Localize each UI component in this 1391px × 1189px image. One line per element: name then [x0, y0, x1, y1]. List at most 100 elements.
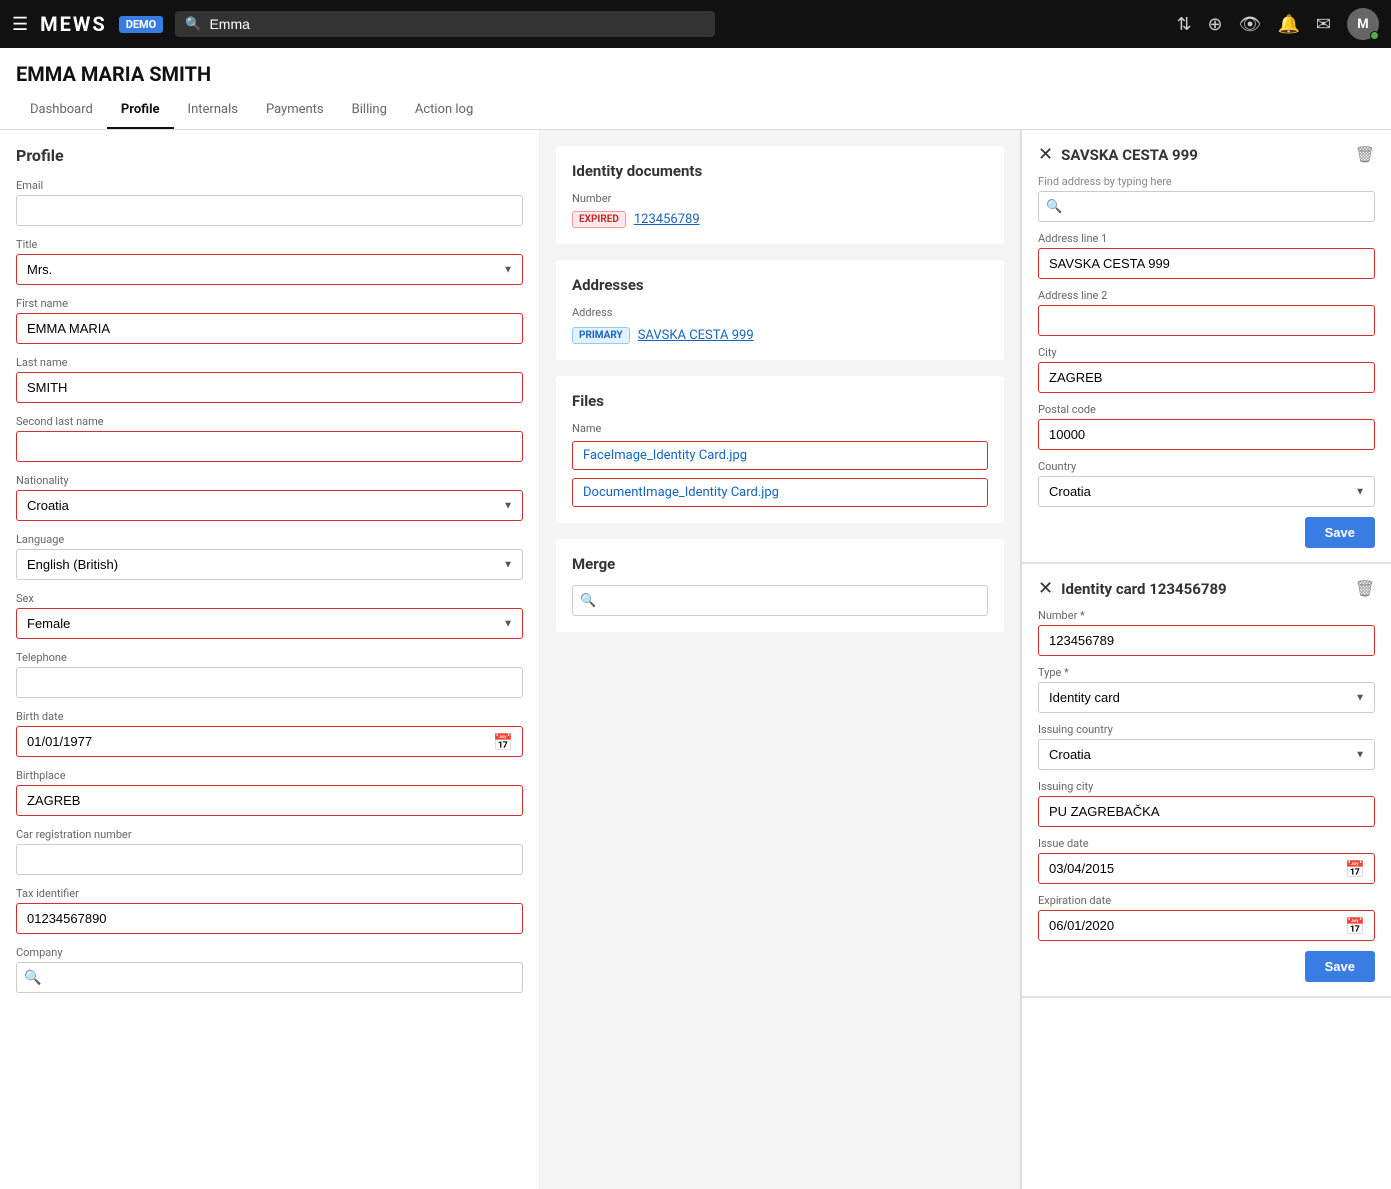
address-value[interactable]: SAVSKA CESTA 999	[638, 328, 754, 343]
files-title: Files	[572, 392, 988, 410]
issuing-country-group: Issuing country Croatia	[1038, 723, 1375, 770]
company-field[interactable]	[16, 962, 523, 993]
address-line1-field[interactable]	[1038, 248, 1375, 279]
country-select[interactable]: Croatia	[1038, 476, 1375, 507]
id-type-group: Type * Identity card Passport Driving li…	[1038, 666, 1375, 713]
birthplace-group: Birthplace	[16, 769, 523, 816]
first-name-field[interactable]	[16, 313, 523, 344]
identity-documents-title: Identity documents	[572, 162, 988, 180]
tab-payments[interactable]: Payments	[252, 92, 338, 129]
tab-action-log[interactable]: Action log	[401, 92, 487, 129]
sort-icon[interactable]: ⇅	[1176, 14, 1191, 35]
expiration-date-field[interactable]	[1038, 910, 1375, 941]
tab-profile[interactable]: Profile	[107, 92, 174, 129]
issue-date-label: Issue date	[1038, 837, 1375, 850]
address-panel-title: SAVSKA CESTA 999	[1061, 146, 1198, 164]
sex-select[interactable]: Female	[16, 608, 523, 639]
global-search[interactable]: 🔍	[175, 11, 715, 37]
birthplace-field[interactable]	[16, 785, 523, 816]
title-select-wrapper: Mrs. Mr. Ms. Dr.	[16, 254, 523, 285]
mews-logo: MEWS	[40, 12, 107, 36]
expiration-date-calendar-icon[interactable]: 📅	[1345, 916, 1365, 935]
issuing-city-group: Issuing city	[1038, 780, 1375, 827]
address-panel: ✕ SAVSKA CESTA 999 🗑 Find address by typ…	[1022, 130, 1391, 564]
identity-card-delete-icon[interactable]: 🗑	[1355, 579, 1375, 598]
second-last-name-label: Second last name	[16, 415, 523, 428]
search-input[interactable]	[209, 16, 705, 32]
hamburger-menu[interactable]: ☰	[12, 14, 28, 35]
online-dot	[1370, 31, 1379, 40]
merge-search-input[interactable]	[572, 585, 988, 616]
issue-date-field[interactable]	[1038, 853, 1375, 884]
document-number[interactable]: 123456789	[634, 212, 700, 227]
find-address-input[interactable]	[1038, 191, 1375, 222]
identity-card-panel-close[interactable]: ✕	[1038, 578, 1053, 599]
nationality-select-wrapper: Croatia	[16, 490, 523, 521]
avatar[interactable]: M	[1347, 8, 1379, 40]
car-reg-group: Car registration number	[16, 828, 523, 875]
postal-code-field[interactable]	[1038, 419, 1375, 450]
add-icon[interactable]: ⊕	[1208, 14, 1223, 35]
birth-date-field[interactable]	[16, 726, 523, 757]
second-last-name-field[interactable]	[16, 431, 523, 462]
nav-icons: ⇅ ⊕ 👁 🔔 ✉ M	[1176, 8, 1379, 40]
postal-code-label: Postal code	[1038, 403, 1375, 416]
address-line2-label: Address line 2	[1038, 289, 1375, 302]
sex-label: Sex	[16, 592, 523, 605]
id-type-label: Type *	[1038, 666, 1375, 679]
title-group: Title Mrs. Mr. Ms. Dr.	[16, 238, 523, 285]
car-reg-field[interactable]	[16, 844, 523, 875]
company-group: Company 🔍	[16, 946, 523, 993]
issuing-city-field[interactable]	[1038, 796, 1375, 827]
city-field[interactable]	[1038, 362, 1375, 393]
issuing-country-select[interactable]: Croatia	[1038, 739, 1375, 770]
address-delete-icon[interactable]: 🗑	[1355, 145, 1375, 164]
company-search-icon: 🔍	[24, 970, 41, 986]
sex-select-wrapper: Female	[16, 608, 523, 639]
address-panel-close[interactable]: ✕	[1038, 144, 1053, 165]
telephone-field[interactable]	[16, 667, 523, 698]
tab-internals[interactable]: Internals	[174, 92, 252, 129]
primary-badge: PRIMARY	[572, 327, 630, 344]
first-name-label: First name	[16, 297, 523, 310]
files-section: Files Name FaceImage_Identity Card.jpg D…	[556, 376, 1004, 523]
merge-section: Merge 🔍	[556, 539, 1004, 632]
company-label: Company	[16, 946, 523, 959]
files-list: FaceImage_Identity Card.jpg DocumentImag…	[572, 441, 988, 507]
title-select[interactable]: Mrs. Mr. Ms. Dr.	[16, 254, 523, 285]
eye-icon[interactable]: 👁	[1239, 14, 1262, 35]
nationality-select[interactable]: Croatia	[16, 490, 523, 521]
calendar-icon[interactable]: 📅	[493, 732, 513, 751]
id-type-select-wrapper: Identity card Passport Driving licence	[1038, 682, 1375, 713]
city-label: City	[1038, 346, 1375, 359]
email-field[interactable]	[16, 195, 523, 226]
id-type-select[interactable]: Identity card Passport Driving licence	[1038, 682, 1375, 713]
telephone-group: Telephone	[16, 651, 523, 698]
main-layout: Profile Email Title Mrs. Mr. Ms. Dr. Fir…	[0, 130, 1391, 1189]
address-line2-field[interactable]	[1038, 305, 1375, 336]
files-name-header: Name	[572, 422, 988, 435]
last-name-field[interactable]	[16, 372, 523, 403]
page-header: EMMA MARIA SMITH	[0, 48, 1391, 86]
id-number-label: Number *	[1038, 609, 1375, 622]
profile-tabs: Dashboard Profile Internals Payments Bil…	[0, 92, 1391, 130]
tab-billing[interactable]: Billing	[338, 92, 401, 129]
language-select[interactable]: English (British)	[16, 549, 523, 580]
expiration-date-label: Expiration date	[1038, 894, 1375, 907]
file-item-2[interactable]: DocumentImage_Identity Card.jpg	[572, 478, 988, 507]
bell-icon[interactable]: 🔔	[1277, 14, 1299, 35]
country-select-wrapper: Croatia	[1038, 476, 1375, 507]
identity-card-save-button[interactable]: Save	[1305, 951, 1375, 982]
issue-date-calendar-icon[interactable]: 📅	[1345, 859, 1365, 878]
demo-badge: DEMO	[119, 16, 164, 33]
merge-search-icon: 🔍	[580, 593, 596, 608]
tax-id-field[interactable]	[16, 903, 523, 934]
tab-dashboard[interactable]: Dashboard	[16, 92, 107, 129]
file-item-1[interactable]: FaceImage_Identity Card.jpg	[572, 441, 988, 470]
id-number-field[interactable]	[1038, 625, 1375, 656]
birth-date-wrapper: 📅	[16, 726, 523, 757]
address-save-button[interactable]: Save	[1305, 517, 1375, 548]
mail-icon[interactable]: ✉	[1316, 14, 1331, 35]
first-name-group: First name	[16, 297, 523, 344]
issuing-city-label: Issuing city	[1038, 780, 1375, 793]
